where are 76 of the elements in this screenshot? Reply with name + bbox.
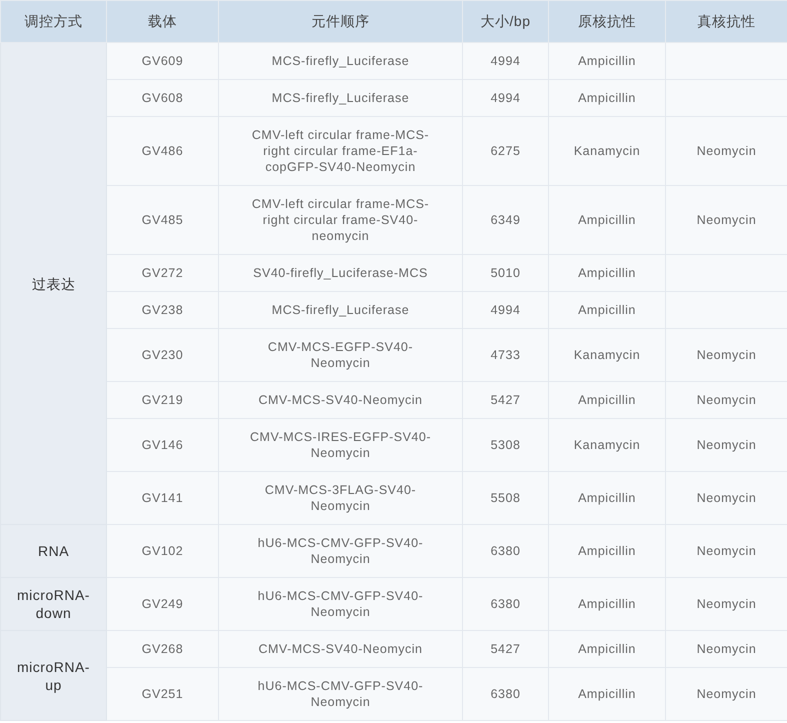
table-cell: Ampicillin [548, 254, 666, 292]
table-cell: GV609 [106, 42, 218, 80]
table-cell: GV146 [106, 418, 218, 472]
table-cell: Neomycin [666, 418, 787, 472]
table-cell: hU6-MCS-CMV-GFP-SV40-Neomycin [218, 668, 462, 720]
table-cell: Neomycin [666, 524, 787, 578]
table-cell: Neomycin [666, 630, 787, 668]
table-cell: GV608 [106, 80, 218, 116]
table-cell: MCS-firefly_Luciferase [218, 42, 462, 80]
column-header: 调控方式 [0, 0, 106, 42]
table-cell: Neomycin [666, 382, 787, 418]
table-cell: 4994 [462, 292, 548, 328]
table-cell: 5308 [462, 418, 548, 472]
table-cell: Ampicillin [548, 292, 666, 328]
column-header: 元件顺序 [218, 0, 462, 42]
table-cell: CMV-MCS-SV40-Neomycin [218, 382, 462, 418]
table-cell: SV40-firefly_Luciferase-MCS [218, 254, 462, 292]
table-cell: CMV-left circular frame-MCS-right circular frame-SV40-neomycin [218, 186, 462, 254]
group-cell: microRNA-down [0, 578, 106, 630]
table-cell: Ampicillin [548, 42, 666, 80]
column-header: 大小/bp [462, 0, 548, 42]
table-cell: Neomycin [666, 116, 787, 186]
table-cell: 5010 [462, 254, 548, 292]
table-cell: 6275 [462, 116, 548, 186]
table-cell: Ampicillin [548, 630, 666, 668]
table-cell: 4733 [462, 328, 548, 382]
table-cell: hU6-MCS-CMV-GFP-SV40-Neomycin [218, 524, 462, 578]
table-cell: GV268 [106, 630, 218, 668]
table-cell: Kanamycin [548, 418, 666, 472]
table-cell: 4994 [462, 42, 548, 80]
column-header: 真核抗性 [666, 0, 787, 42]
table-cell: GV230 [106, 328, 218, 382]
group-cell: 过表达 [0, 42, 106, 524]
table-cell: Ampicillin [548, 524, 666, 578]
table-cell: Neomycin [666, 668, 787, 720]
table-cell: CMV-MCS-SV40-Neomycin [218, 630, 462, 668]
column-header: 原核抗性 [548, 0, 666, 42]
table-cell: Kanamycin [548, 116, 666, 186]
table-cell: Ampicillin [548, 80, 666, 116]
table-cell: GV249 [106, 578, 218, 630]
table-cell: GV238 [106, 292, 218, 328]
table-cell: hU6-MCS-CMV-GFP-SV40-Neomycin [218, 578, 462, 630]
table-cell: Neomycin [666, 472, 787, 524]
table-cell: Ampicillin [548, 382, 666, 418]
table-cell: Neomycin [666, 328, 787, 382]
group-cell: microRNA-up [0, 630, 106, 720]
table-cell: 4994 [462, 80, 548, 116]
table-cell: GV141 [106, 472, 218, 524]
table-cell: GV219 [106, 382, 218, 418]
table-cell: 5508 [462, 472, 548, 524]
table-cell: Ampicillin [548, 668, 666, 720]
table-cell: CMV-left circular frame-MCS-right circular frame-EF1a-copGFP-SV40-Neomycin [218, 116, 462, 186]
table-cell: GV485 [106, 186, 218, 254]
table-cell: CMV-MCS-EGFP-SV40-Neomycin [218, 328, 462, 382]
table-cell: 6349 [462, 186, 548, 254]
table-cell: GV272 [106, 254, 218, 292]
table-cell: 6380 [462, 578, 548, 630]
table-cell: GV102 [106, 524, 218, 578]
table-cell: Ampicillin [548, 472, 666, 524]
table-cell: Neomycin [666, 578, 787, 630]
table-cell: Kanamycin [548, 328, 666, 382]
table-cell: Neomycin [666, 186, 787, 254]
table-cell: 6380 [462, 524, 548, 578]
table-cell: 6380 [462, 668, 548, 720]
table-cell: GV251 [106, 668, 218, 720]
column-header: 载体 [106, 0, 218, 42]
table-cell: MCS-firefly_Luciferase [218, 80, 462, 116]
table-cell: Ampicillin [548, 578, 666, 630]
table-cell: MCS-firefly_Luciferase [218, 292, 462, 328]
table-cell: GV486 [106, 116, 218, 186]
group-cell: RNA [0, 524, 106, 578]
table-cell: CMV-MCS-3FLAG-SV40-Neomycin [218, 472, 462, 524]
table-cell: 5427 [462, 382, 548, 418]
table-cell: CMV-MCS-IRES-EGFP-SV40-Neomycin [218, 418, 462, 472]
table-cell: 5427 [462, 630, 548, 668]
table-cell: Ampicillin [548, 186, 666, 254]
